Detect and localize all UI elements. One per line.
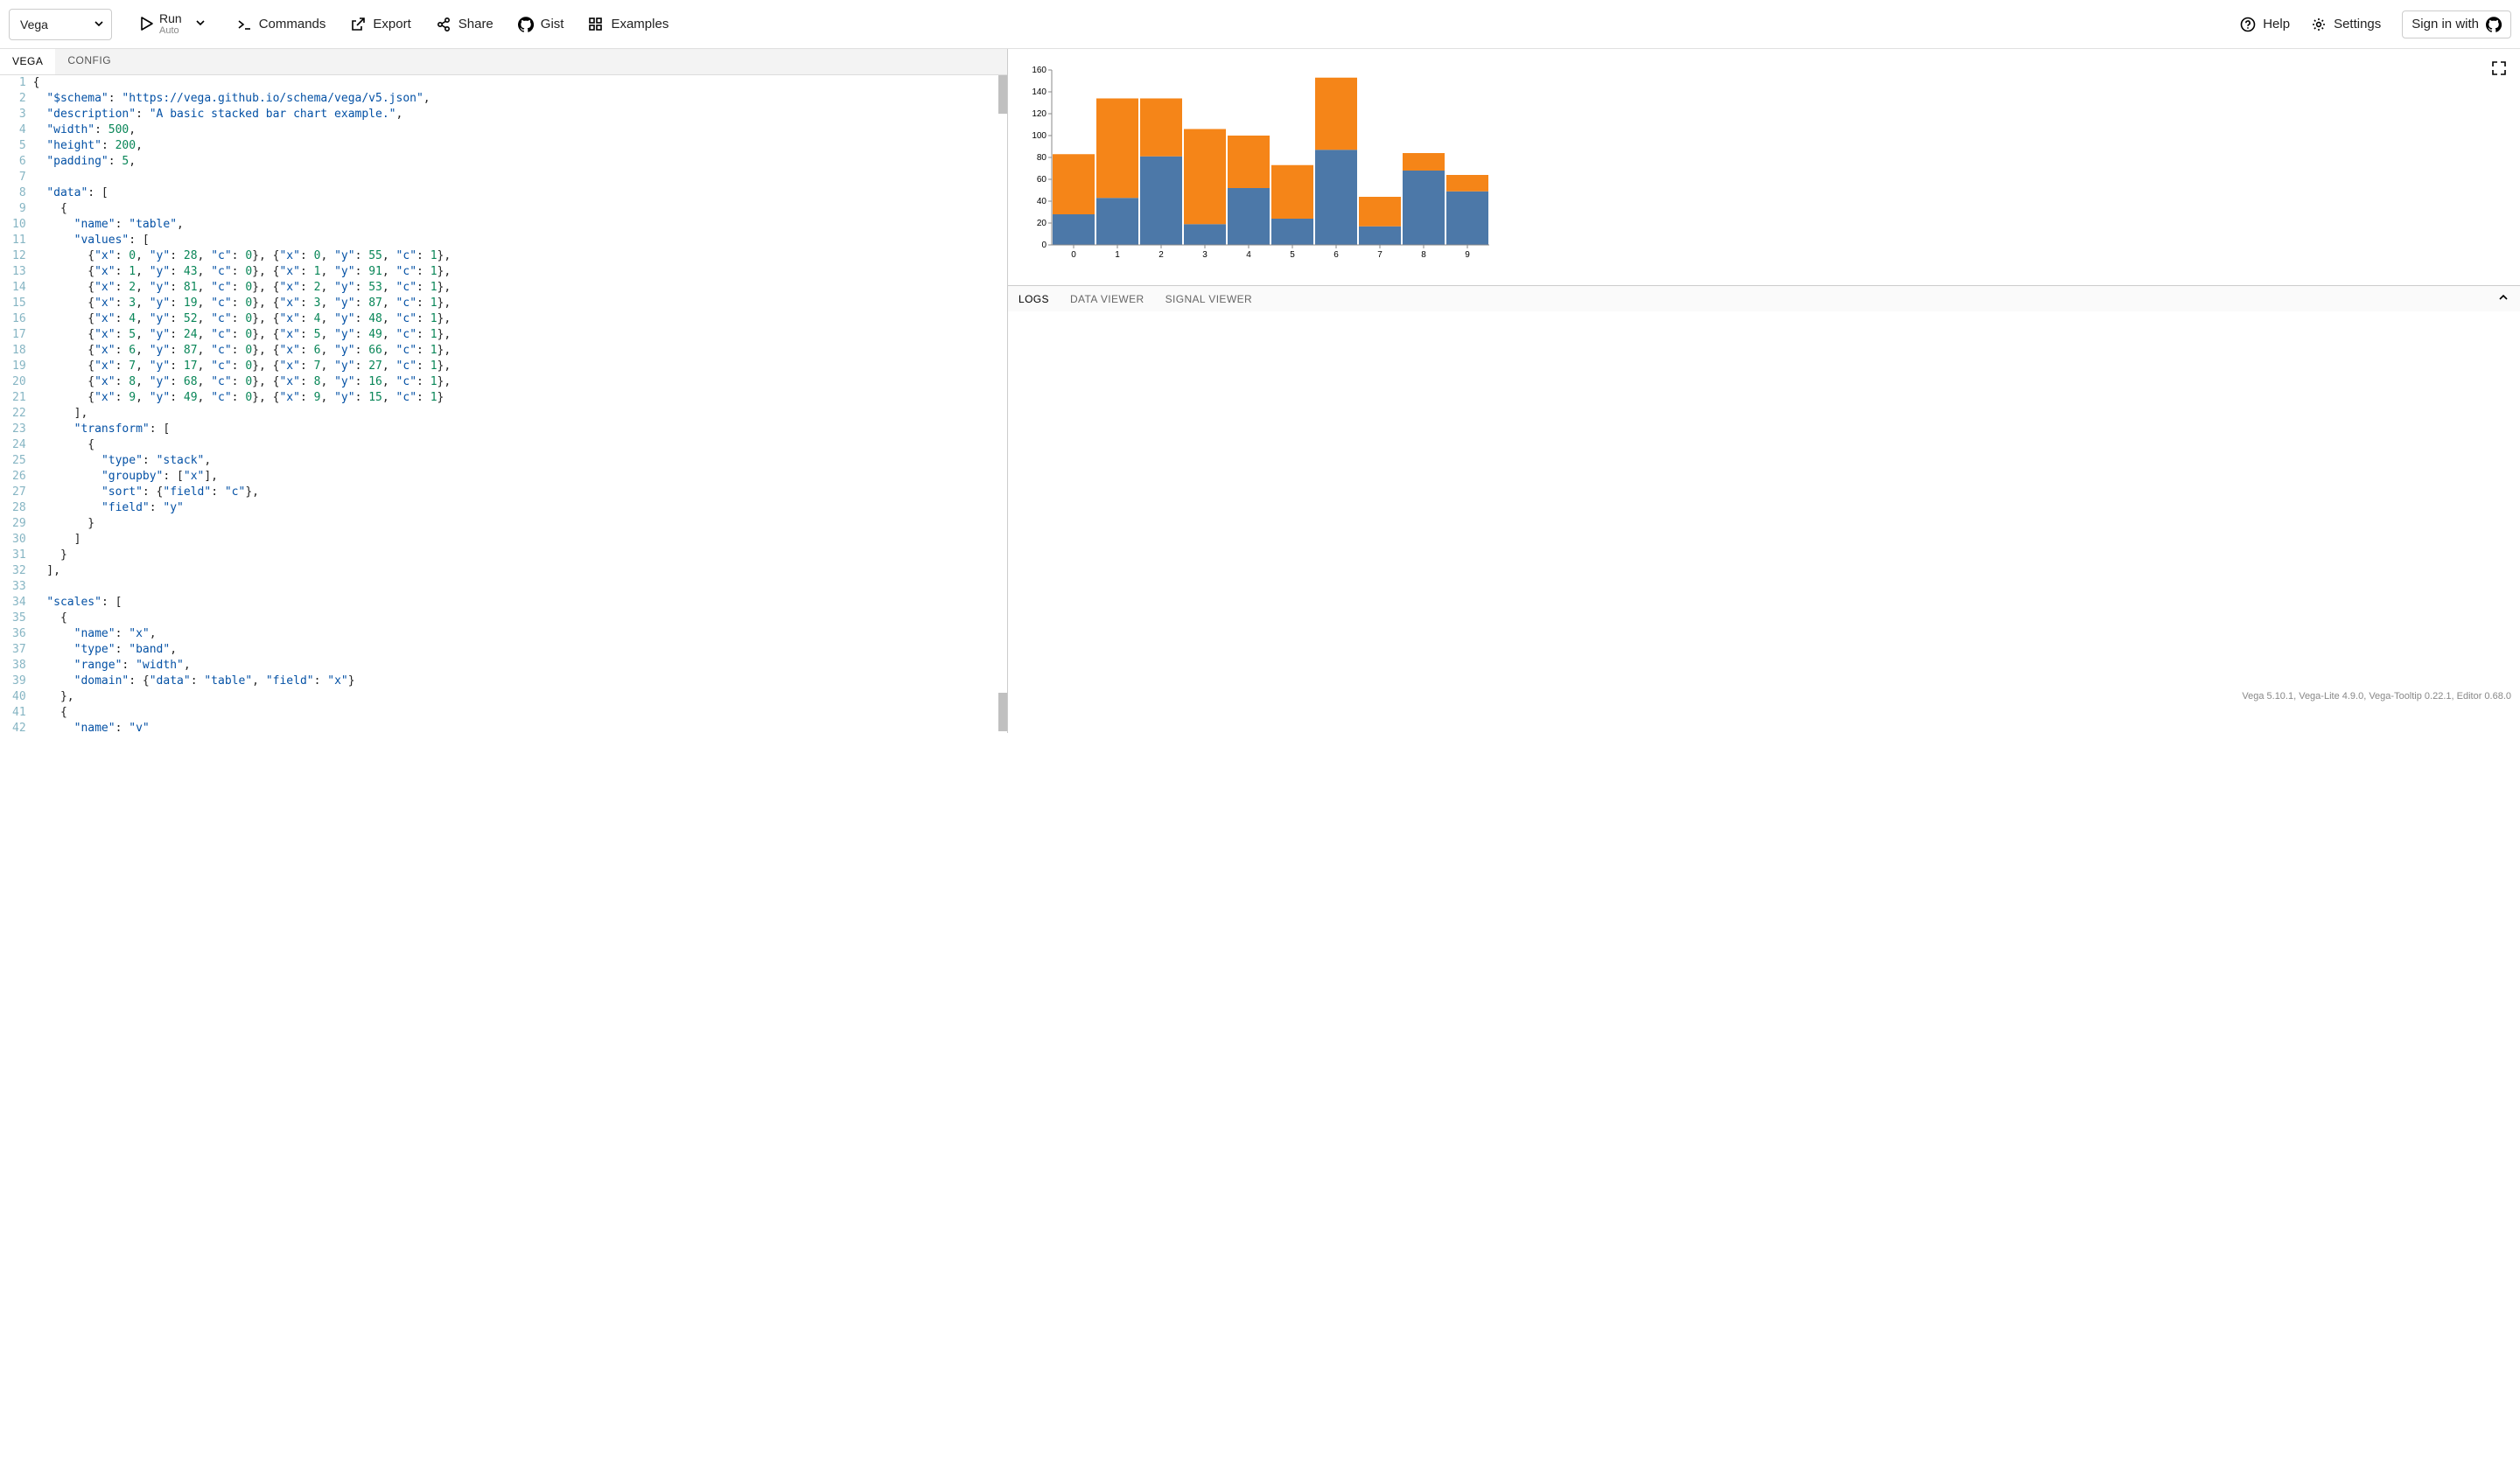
- gear-icon: [2311, 17, 2327, 32]
- svg-text:9: 9: [1465, 250, 1470, 260]
- version-string: Vega 5.10.1, Vega-Lite 4.9.0, Vega-Toolt…: [2242, 691, 2511, 702]
- run-label: Run: [159, 12, 182, 25]
- commands-label: Commands: [259, 17, 326, 31]
- examples-button[interactable]: Examples: [588, 17, 668, 32]
- svg-text:120: 120: [1032, 109, 1046, 119]
- scrollbar-thumb[interactable]: [998, 75, 1007, 114]
- github-icon: [518, 17, 534, 32]
- mode-select[interactable]: Vega: [9, 9, 112, 40]
- run-menu-chevron[interactable]: [191, 12, 210, 35]
- svg-text:80: 80: [1037, 153, 1047, 163]
- svg-text:6: 6: [1334, 250, 1339, 260]
- code-editor[interactable]: 1234567891011121314151617181920212223242…: [0, 75, 1007, 733]
- editor-tabs: VEGA CONFIG: [0, 49, 1007, 75]
- run-button[interactable]: Run Auto: [136, 9, 212, 39]
- tab-data-viewer[interactable]: DATA VIEWER: [1070, 293, 1144, 305]
- github-icon: [2486, 17, 2502, 32]
- export-label: Export: [373, 17, 410, 31]
- svg-text:7: 7: [1377, 250, 1382, 260]
- svg-text:5: 5: [1290, 250, 1295, 260]
- svg-text:3: 3: [1202, 250, 1208, 260]
- export-button[interactable]: Export: [350, 17, 410, 32]
- share-label: Share: [458, 17, 494, 31]
- editor-pane: VEGA CONFIG 1234567891011121314151617181…: [0, 49, 1008, 733]
- export-icon: [350, 17, 366, 32]
- share-button[interactable]: Share: [436, 17, 494, 32]
- preview-pane: 0 20 40 60 80 100 120 140 160 0 1 2 3 4 5 6 7 8 9 Vega 5.1…: [1008, 49, 2520, 733]
- play-icon: [138, 16, 154, 31]
- svg-text:1: 1: [1115, 250, 1120, 260]
- svg-text:4: 4: [1246, 250, 1251, 260]
- expand-panel-button[interactable]: [2497, 291, 2510, 306]
- gist-label: Gist: [541, 17, 564, 31]
- prompt-icon: [236, 17, 252, 32]
- chevron-down-icon: [94, 17, 104, 31]
- commands-button[interactable]: Commands: [236, 17, 326, 32]
- signin-button[interactable]: Sign in with: [2402, 10, 2511, 38]
- chart-card: 0 20 40 60 80 100 120 140 160 0 1 2 3 4 5 6 7 8 9: [1017, 58, 2511, 276]
- tab-vega[interactable]: VEGA: [0, 49, 55, 74]
- svg-text:60: 60: [1037, 175, 1047, 185]
- svg-text:100: 100: [1032, 131, 1046, 141]
- share-icon: [436, 17, 452, 32]
- tab-logs[interactable]: LOGS: [1018, 293, 1049, 305]
- examples-label: Examples: [611, 17, 668, 31]
- svg-text:160: 160: [1032, 66, 1046, 75]
- settings-label: Settings: [2334, 17, 2381, 31]
- tab-signal-viewer[interactable]: SIGNAL VIEWER: [1166, 293, 1252, 305]
- run-sublabel: Auto: [159, 25, 182, 36]
- settings-button[interactable]: Settings: [2311, 17, 2381, 32]
- line-gutter: 1234567891011121314151617181920212223242…: [0, 75, 33, 733]
- main-split: VEGA CONFIG 1234567891011121314151617181…: [0, 49, 2520, 733]
- svg-text:40: 40: [1037, 197, 1047, 206]
- bottom-panel-tabs: LOGS DATA VIEWER SIGNAL VIEWER: [1008, 285, 2520, 311]
- stacked-bar-chart: 0 20 40 60 80 100 120 140 160 0 1 2 3 4 5 6 7 8 9: [1026, 66, 1493, 261]
- help-icon: [2240, 17, 2256, 32]
- scrollbar-thumb[interactable]: [998, 693, 1007, 731]
- svg-text:0: 0: [1071, 250, 1076, 260]
- code-content[interactable]: { "$schema": "https://vega.github.io/sc…: [33, 75, 469, 733]
- svg-text:2: 2: [1158, 250, 1164, 260]
- help-label: Help: [2263, 17, 2290, 31]
- svg-text:8: 8: [1421, 250, 1426, 260]
- help-button[interactable]: Help: [2240, 17, 2290, 32]
- svg-text:0: 0: [1041, 241, 1046, 250]
- signin-label: Sign in with: [2412, 17, 2479, 31]
- svg-text:20: 20: [1037, 219, 1047, 228]
- grid-icon: [588, 17, 604, 32]
- mode-select-label: Vega: [20, 17, 48, 31]
- svg-text:140: 140: [1032, 87, 1046, 97]
- tab-config[interactable]: CONFIG: [55, 49, 123, 74]
- gist-button[interactable]: Gist: [518, 17, 564, 32]
- toolbar: Vega Run Auto Commands: [0, 0, 2520, 49]
